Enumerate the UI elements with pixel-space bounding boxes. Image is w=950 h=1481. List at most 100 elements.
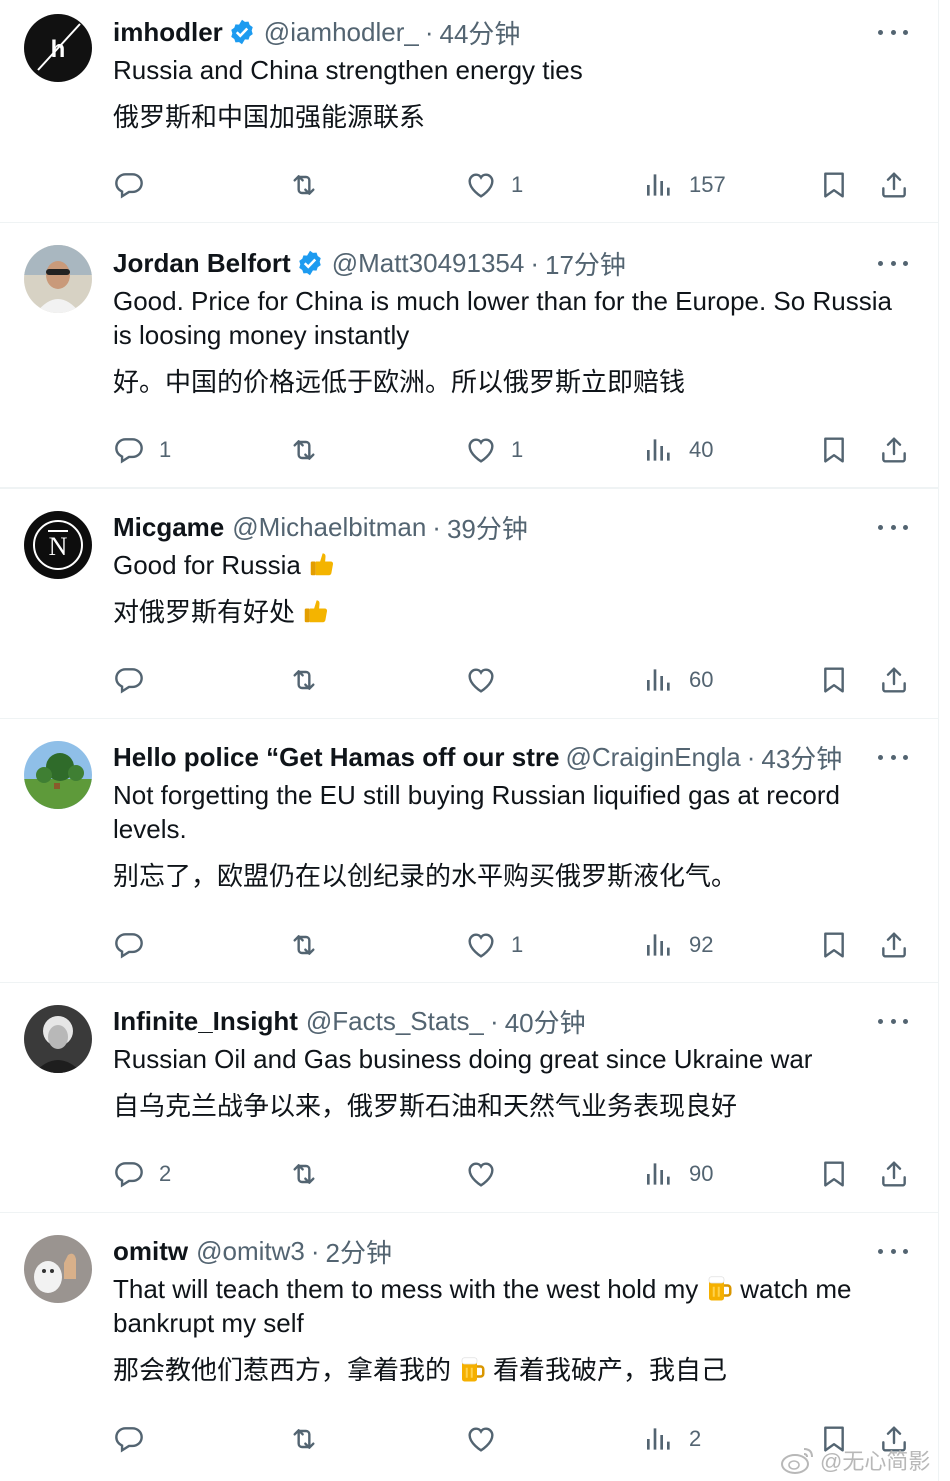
retweet-button[interactable] (288, 165, 320, 205)
avatar[interactable]: N (24, 511, 92, 579)
handle[interactable]: @omitw3 (196, 1236, 305, 1267)
reply-icon (115, 438, 143, 464)
tweet-header: Hello police “Get Hamas off our stre @Cr… (113, 740, 908, 774)
share-icon (882, 437, 906, 463)
column-border (938, 0, 939, 1481)
more-options-icon[interactable] (878, 20, 908, 44)
display-name[interactable]: Jordan Belfort (113, 248, 291, 279)
views-button[interactable]: 60 (643, 660, 713, 700)
share-button[interactable] (878, 430, 910, 470)
retweet-button[interactable] (288, 430, 320, 470)
views-button[interactable]: 92 (643, 925, 713, 965)
handle[interactable]: @Matt30491354 (332, 248, 525, 279)
share-button[interactable] (878, 165, 910, 205)
bookmark-button[interactable] (818, 660, 850, 700)
retweet-icon (293, 935, 315, 955)
retweet-button[interactable] (288, 660, 320, 700)
bookmark-button[interactable] (818, 925, 850, 965)
share-button[interactable] (878, 1154, 910, 1194)
views-button[interactable]: 2 (643, 1419, 701, 1459)
timestamp[interactable]: 39分钟 (447, 510, 528, 544)
views-button[interactable]: 90 (643, 1154, 713, 1194)
like-button[interactable] (465, 660, 511, 700)
tweet-actions: 1 157 (113, 165, 913, 205)
bookmark-icon (824, 172, 844, 198)
reply-button[interactable]: 1 (113, 430, 171, 470)
handle[interactable]: @Facts_Stats_ (306, 1006, 484, 1037)
retweet-button[interactable] (288, 1419, 320, 1459)
reply-icon (115, 933, 143, 959)
more-options-icon[interactable] (878, 745, 908, 769)
views-button[interactable]: 157 (643, 165, 726, 205)
retweet-icon (293, 1429, 315, 1449)
display-name[interactable]: imhodler (113, 17, 223, 48)
heart-icon (468, 1162, 494, 1187)
like-button[interactable]: 1 (465, 430, 523, 470)
reply-button[interactable] (113, 1419, 159, 1459)
bookmark-icon (824, 932, 844, 958)
reply-button[interactable]: 2 (113, 1154, 171, 1194)
tweet-translation: 自乌克兰战争以来，俄罗斯石油和天然气业务表现良好 (113, 1091, 738, 1121)
timestamp[interactable]: 2分钟 (326, 1234, 392, 1268)
avatar[interactable] (24, 741, 92, 809)
reply-count: 1 (159, 437, 172, 462)
avatar[interactable] (24, 1235, 92, 1303)
handle[interactable]: @Michaelbitman (232, 512, 426, 543)
more-options-icon[interactable] (878, 1239, 908, 1263)
reply-button[interactable] (113, 165, 159, 205)
handle[interactable]: @iamhodler_ (264, 17, 419, 48)
like-button[interactable] (465, 1419, 511, 1459)
bar-chart-icon (647, 174, 670, 196)
bookmark-button[interactable] (818, 430, 850, 470)
tweet-translation-after: 看着我破产，我自己 (493, 1355, 728, 1385)
timestamp[interactable]: 17分钟 (545, 246, 626, 280)
avatar[interactable] (24, 245, 92, 313)
bar-chart-icon (647, 1428, 670, 1450)
tweet-text: Russian Oil and Gas business doing great… (113, 1044, 813, 1074)
more-options-icon[interactable] (878, 1009, 908, 1033)
tweet-translation: 对俄罗斯有好处 (113, 595, 913, 629)
more-options-icon[interactable] (878, 515, 908, 539)
reply-button[interactable] (113, 660, 159, 700)
bookmark-button[interactable] (818, 165, 850, 205)
thumbs-up-icon (310, 553, 333, 576)
bar-chart-icon (647, 934, 670, 956)
tweet[interactable]: h imhodler @iamhodler_ · 44分钟 Russia and… (0, 0, 938, 223)
display-name[interactable]: omitw (113, 1236, 188, 1267)
tweet-header (113, 468, 908, 502)
timestamp[interactable]: 43分钟 (761, 740, 842, 774)
tweet-text-before: That will teach them to mess with the we… (113, 1274, 699, 1304)
retweet-button[interactable] (288, 925, 320, 965)
separator-dot: · (432, 511, 441, 542)
reply-button[interactable] (113, 925, 159, 965)
avatar[interactable]: h (24, 14, 92, 82)
share-button[interactable] (878, 925, 910, 965)
more-options-icon[interactable] (878, 251, 908, 275)
bookmark-button[interactable] (818, 1154, 850, 1194)
avatar[interactable] (24, 1005, 92, 1073)
divider (0, 1212, 938, 1213)
display-name[interactable]: Micgame (113, 512, 224, 543)
timeline-feed: h imhodler @iamhodler_ · 44分钟 Russia and… (0, 0, 938, 488)
retweet-button[interactable] (288, 1154, 320, 1194)
share-button[interactable] (878, 660, 910, 700)
like-button[interactable]: 1 (465, 925, 523, 965)
divider (0, 718, 938, 719)
retweet-icon (293, 1164, 315, 1184)
timestamp[interactable]: 40分钟 (505, 1004, 586, 1038)
like-button[interactable] (465, 1154, 511, 1194)
divider (0, 982, 938, 983)
like-button[interactable]: 1 (465, 165, 523, 205)
watermark: @无心简影 (780, 1443, 930, 1477)
tweet-actions: 1 1 40 (113, 430, 913, 470)
view-count: 2 (689, 1426, 702, 1451)
handle[interactable]: @CraiginEngla (565, 742, 740, 773)
tweet-translation: 俄罗斯和中国加强能源联系 (113, 102, 426, 132)
display-name[interactable]: Hello police “Get Hamas off our stre (113, 742, 559, 773)
views-button[interactable]: 40 (643, 430, 713, 470)
timestamp[interactable]: 44分钟 (440, 15, 521, 49)
display-name[interactable]: Infinite_Insight (113, 1006, 298, 1037)
retweet-icon (293, 440, 315, 460)
retweet-icon (293, 175, 315, 195)
bar-chart-icon (647, 1163, 670, 1185)
